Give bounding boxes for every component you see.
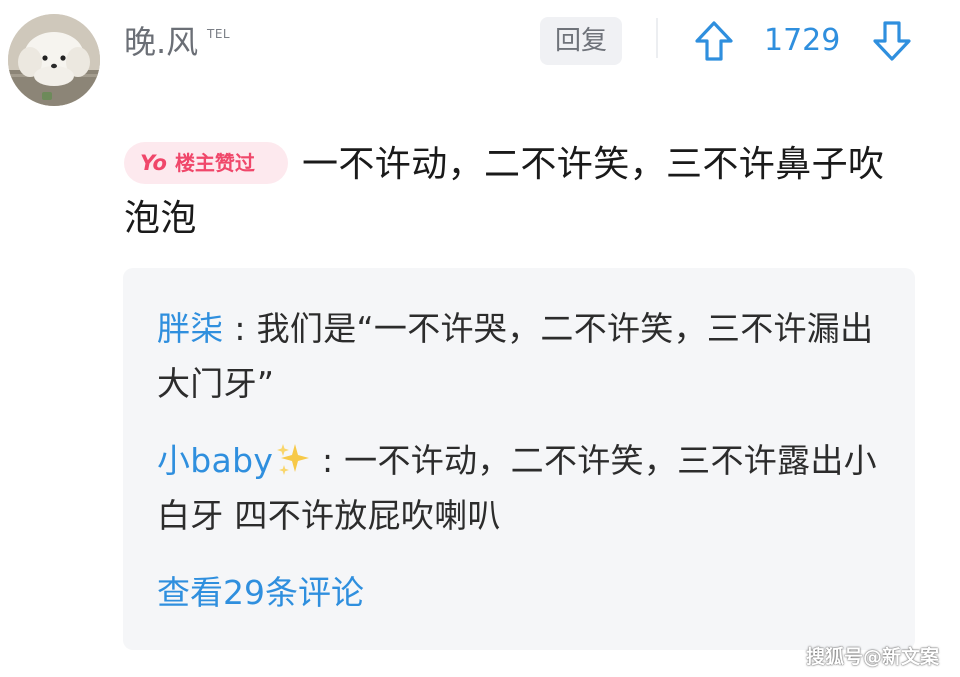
arrow-down-icon (873, 21, 911, 61)
reply-button[interactable]: 回复 (540, 17, 622, 65)
avatar-dog-image (8, 14, 100, 106)
downvote-button[interactable] (872, 20, 912, 62)
sparkles-icon (275, 438, 311, 475)
reply-separator: : (311, 441, 345, 480)
arrow-up-icon (695, 21, 733, 61)
vote-count: 1729 (764, 23, 841, 58)
reply-item[interactable]: 胖柒 : 我们是“一不许哭，二不许笑，三不许漏出大门牙” (157, 301, 877, 411)
reply-text: 我们是“一不许哭，二不许笑，三不许漏出大门牙” (157, 309, 874, 403)
upvote-button[interactable] (694, 20, 734, 62)
reply-author[interactable]: 小baby (157, 441, 273, 480)
view-more-comments-link[interactable]: 查看29条评论 (157, 565, 364, 620)
username[interactable]: 晚.风 (124, 22, 198, 62)
comment-text: 一不许动，二不许笑，三不许鼻子吹泡泡 (124, 144, 885, 239)
reply-list[interactable]: 胖柒 : 我们是“一不许哭，二不许笑，三不许漏出大门牙” 小baby : 一不许… (123, 268, 915, 650)
watermark: 搜狐号@新文案 (806, 646, 940, 668)
header-divider (656, 18, 658, 58)
reply-author[interactable]: 胖柒 (157, 309, 224, 348)
user-tag-badge: TEL (207, 27, 231, 41)
reply-item[interactable]: 小baby : 一不许动，二不许笑，三不许露出小白牙 四不许放屁吹喇叭 (157, 433, 877, 543)
reply-separator: : (223, 309, 257, 348)
avatar[interactable] (8, 14, 100, 106)
